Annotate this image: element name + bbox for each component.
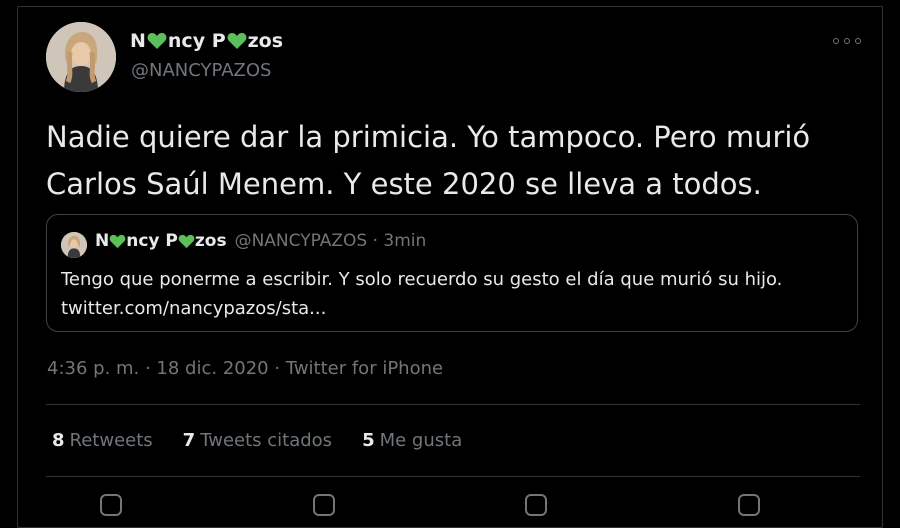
likes-stat[interactable]: 5 Me gusta — [362, 430, 462, 451]
quoted-tweet-text: Tengo que ponerme a escribir. Y solo rec… — [61, 265, 851, 323]
quoted-tweet-meta: @NANCYPAZOS · 3min — [234, 231, 427, 251]
likes-label: Me gusta — [379, 430, 463, 451]
author-handle[interactable]: @NANCYPAZOS — [131, 60, 271, 81]
retweets-label: Retweets — [69, 430, 153, 451]
green-heart-icon — [178, 234, 195, 248]
author-name-part: zos — [247, 30, 284, 52]
tweet-text: Nadie quiere dar la primicia. Yo tampoco… — [46, 120, 811, 201]
green-heart-icon — [147, 33, 167, 49]
quoted-author-avatar — [61, 232, 87, 258]
divider — [46, 404, 860, 405]
tweet-actions — [100, 494, 760, 516]
author-avatar[interactable] — [46, 22, 116, 92]
more-options-icon[interactable] — [833, 34, 861, 48]
likes-count: 5 — [362, 430, 375, 451]
divider — [46, 476, 860, 477]
quoted-name-part: ncy P — [126, 231, 178, 251]
tweet-stats: 8 Retweets 7 Tweets citados 5 Me gusta — [52, 430, 462, 451]
quoted-name-part: zos — [194, 231, 227, 251]
like-icon[interactable] — [525, 494, 548, 516]
author-name-part: N — [130, 30, 146, 52]
quoted-author-name: N ncy P zos — [95, 231, 227, 251]
tweet-timestamp[interactable]: 4:36 p. m. · 18 dic. 2020 · Twitter for … — [47, 358, 443, 379]
retweet-icon[interactable] — [312, 494, 335, 516]
retweets-count: 8 — [52, 430, 65, 451]
quotes-count: 7 — [182, 430, 196, 451]
author-name-part: ncy P — [167, 30, 226, 52]
green-heart-icon — [227, 33, 247, 49]
quotes-stat[interactable]: 7 Tweets citados — [183, 430, 332, 451]
quoted-tweet[interactable]: N ncy P zos @NANCYPAZOS · 3min Tengo que… — [46, 214, 858, 332]
green-heart-icon — [109, 234, 126, 248]
retweets-stat[interactable]: 8 Retweets — [52, 430, 153, 451]
quotes-label: Tweets citados — [200, 430, 333, 451]
quoted-text-line: Tengo que ponerme a escribir. Y solo rec… — [61, 269, 783, 290]
quoted-tweet-link[interactable]: twitter.com/nancypazos/sta... — [61, 294, 851, 323]
share-icon[interactable] — [737, 494, 760, 516]
quoted-name-part: N — [95, 231, 110, 251]
author-name[interactable]: N ncy P zos — [130, 30, 283, 52]
reply-icon[interactable] — [100, 494, 122, 516]
quoted-tweet-header: N ncy P zos @NANCYPAZOS · 3min — [95, 231, 426, 251]
